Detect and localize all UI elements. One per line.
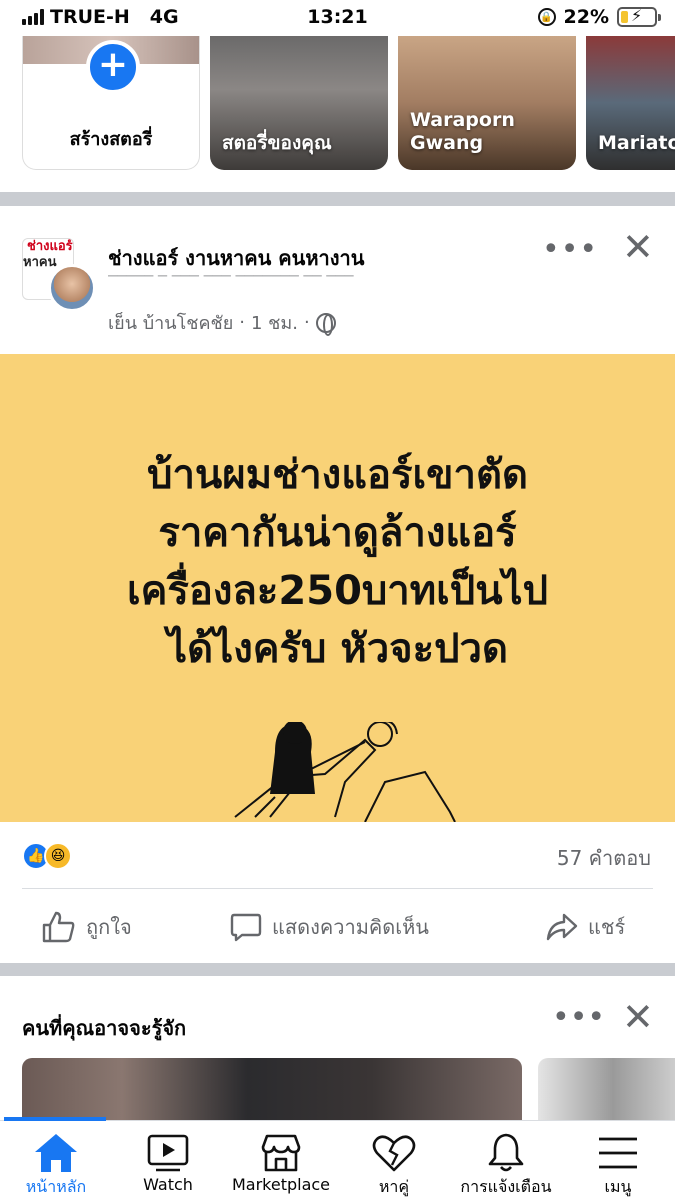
like-button[interactable]: ถูกใจ (42, 911, 132, 943)
bell-icon (488, 1133, 524, 1172)
image-text-line: บ้านผมช่างแอร์เขาตัด (147, 452, 528, 498)
tab-watch[interactable]: Watch (108, 1131, 228, 1194)
comment-count[interactable]: 57 คำตอบ (557, 842, 651, 874)
home-icon (35, 1134, 77, 1172)
reactions-row: 👍 😆 57 คำตอบ (0, 822, 675, 888)
tab-marketplace[interactable]: Marketplace (221, 1131, 341, 1194)
like-label: ถูกใจ (86, 915, 132, 939)
haha-reaction-icon[interactable]: 😆 (44, 842, 72, 870)
comment-label: แสดงความคิดเห็น (272, 915, 429, 939)
comment-icon (230, 913, 262, 942)
tab-label: การแจ้งเตือน (460, 1177, 552, 1196)
comment-button[interactable]: แสดงความคิดเห็น (230, 911, 429, 943)
story-card-mariato[interactable]: Mariato (586, 36, 675, 170)
image-text-line: เครื่องละ250บาทเป็นไป (126, 568, 549, 614)
author-link[interactable]: เย็น บ้านโชคชัย (108, 308, 233, 337)
image-text-line: ได้ไงครับ หัวจะปวด (167, 626, 508, 672)
tab-label: หน้าหลัก (25, 1177, 87, 1196)
person-card[interactable] (22, 1058, 522, 1122)
create-story-label: สร้างสตอรี่ (69, 129, 153, 150)
share-label: แชร์ (588, 915, 626, 939)
share-button[interactable]: แชร์ (546, 911, 625, 943)
post-meta: เย็น บ้านโชคชัย · 1 ชม. · (108, 308, 336, 337)
image-text-line: ราคากันน่าดูล้างแอร์ (158, 510, 517, 556)
post-actions: ถูกใจ แสดงความคิดเห็น แชร์ (0, 889, 675, 963)
create-story-card[interactable]: + สร้างสตอรี่ (22, 36, 200, 170)
story-name: สตอรี่ของคุณ (222, 132, 332, 155)
close-icon[interactable]: ✕ (622, 998, 654, 1036)
tab-notifications[interactable]: การแจ้งเตือน (446, 1131, 566, 1200)
story-name: Waraporn Gwang (410, 108, 515, 155)
truncated-subtitle: ───── ─ ─── ─── ─────── ── ─── (108, 270, 354, 285)
menu-icon (599, 1137, 637, 1169)
tab-label: Marketplace (231, 1175, 331, 1194)
stories-tray: + สร้างสตอรี่ สตอรี่ของคุณ Waraporn Gwan… (0, 36, 675, 192)
section-divider (0, 963, 675, 977)
tab-label: Watch (143, 1175, 193, 1194)
tab-label: เมนู (604, 1177, 632, 1196)
story-card-yours[interactable]: สตอรี่ของคุณ (210, 36, 388, 170)
section-title: คนที่คุณอาจจะรู้จัก (22, 1016, 187, 1040)
section-divider (0, 192, 675, 206)
dating-heart-icon (372, 1135, 416, 1172)
more-options-icon[interactable]: ••• (552, 1000, 605, 1035)
battery-icon: ⚡ (617, 6, 661, 27)
tab-label: หาคู่ (378, 1177, 410, 1196)
post-header: ช่างแอร์ หาคน ช่างแอร์ งานหาคน คนหางาน ─… (0, 206, 675, 354)
watch-icon (147, 1134, 189, 1172)
close-icon[interactable]: ✕ (622, 228, 654, 266)
status-right: 🔒 22% ⚡ (537, 6, 661, 28)
globe-icon (315, 312, 336, 336)
marketplace-icon (261, 1134, 301, 1172)
illustration-couple (234, 722, 456, 822)
story-name: Mariato (598, 132, 675, 155)
tab-menu[interactable]: เมนู (558, 1131, 675, 1200)
tab-dating[interactable]: หาคู่ (334, 1131, 454, 1200)
post-time[interactable]: 1 ชม. (251, 308, 298, 337)
bottom-tab-bar: หน้าหลัก Watch Marketplace หาคู่ การแจ้ง… (0, 1117, 675, 1200)
tab-home[interactable]: หน้าหลัก (0, 1131, 116, 1200)
meta-separator: · (303, 312, 310, 333)
active-tab-indicator (4, 1117, 106, 1121)
status-bar: TRUE-H 4G 13:21 🔒 22% ⚡ (0, 0, 675, 36)
more-options-icon[interactable]: ••• (542, 232, 598, 267)
thumbs-up-icon (42, 911, 75, 943)
rotation-lock-icon: 🔒 (537, 8, 556, 26)
people-you-may-know: คนที่คุณอาจจะรู้จัก ••• ✕ (0, 976, 675, 1122)
share-icon (546, 913, 578, 941)
person-card[interactable] (538, 1058, 675, 1122)
meta-separator: · (239, 312, 245, 333)
image-text: บ้านผมช่างแอร์เขาตัด ราคากันน่าดูล้างแอร… (0, 446, 675, 678)
battery-percent: 22% (563, 6, 609, 28)
post-image[interactable]: บ้านผมช่างแอร์เขาตัด ราคากันน่าดูล้างแอร… (0, 354, 675, 822)
story-card-waraporn[interactable]: Waraporn Gwang (398, 36, 576, 170)
avatar-text: ช่างแอร์ (27, 239, 73, 254)
add-icon[interactable]: + (86, 40, 140, 94)
avatar[interactable] (48, 264, 96, 312)
